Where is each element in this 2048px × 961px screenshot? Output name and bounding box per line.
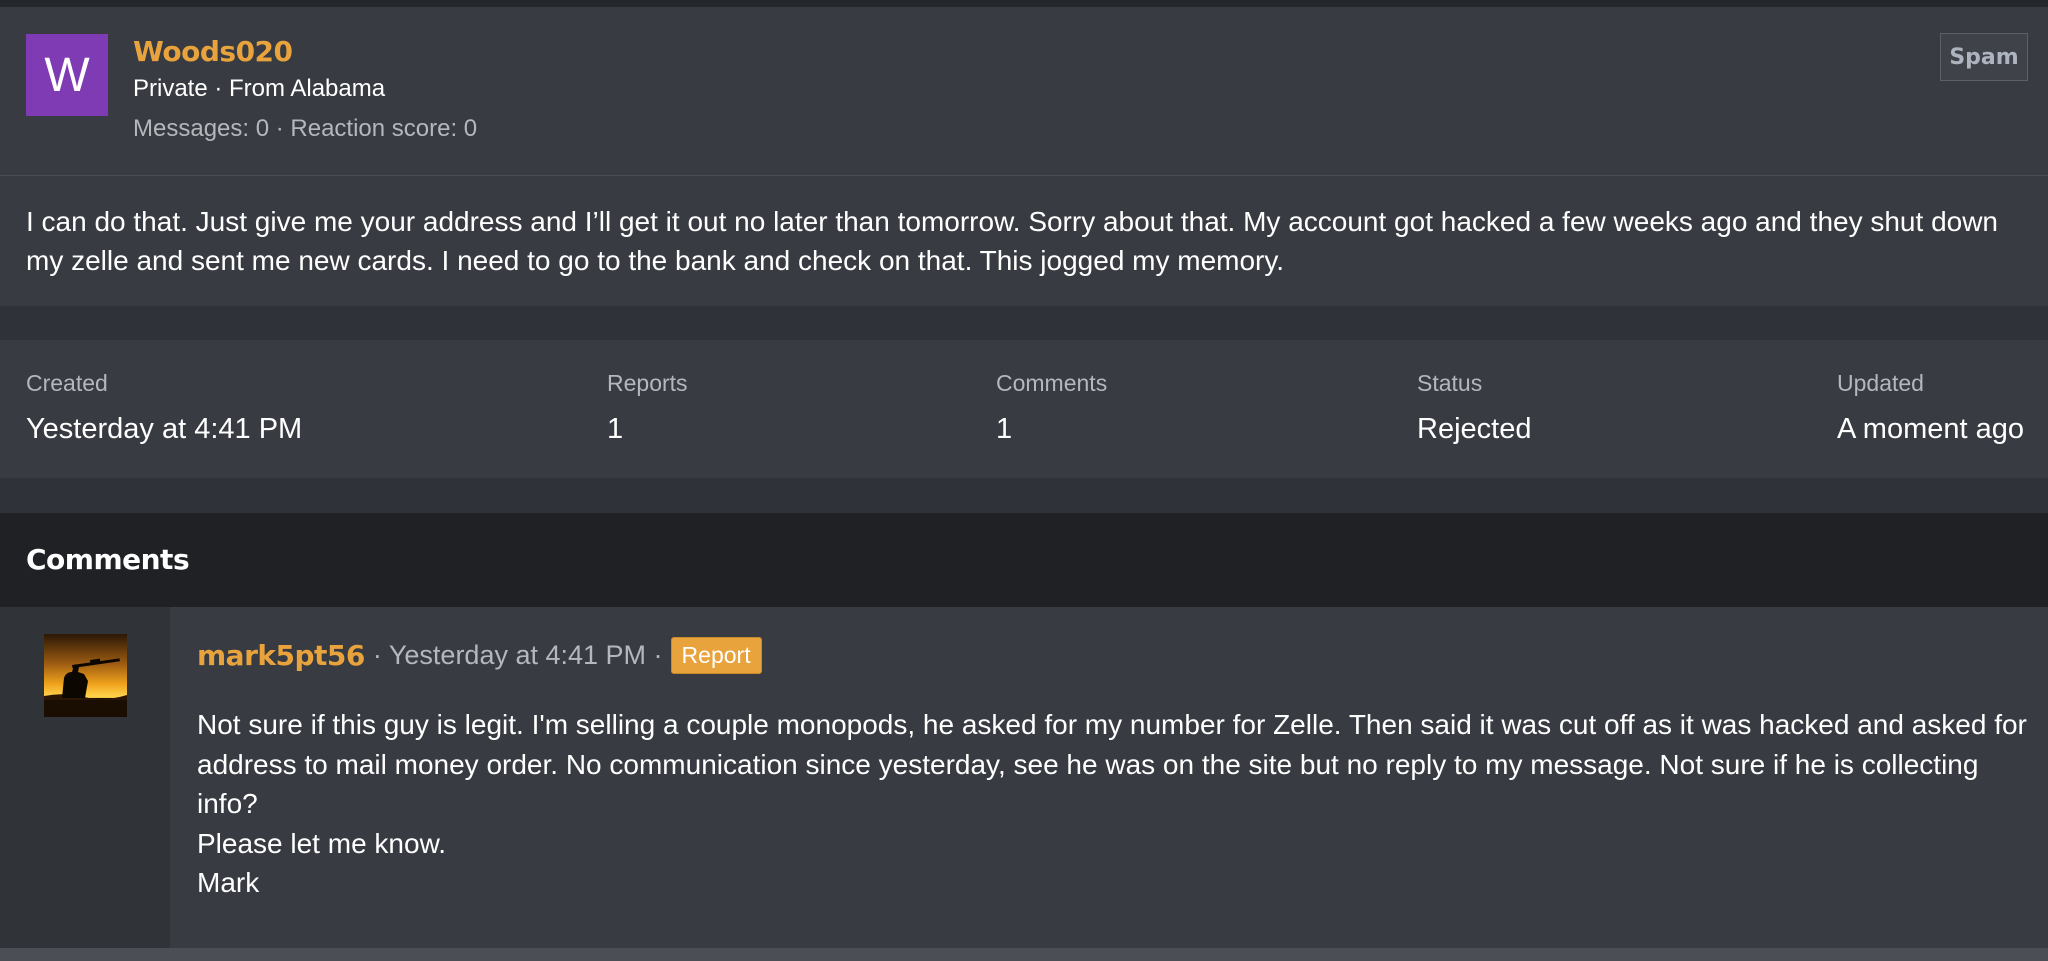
comment-paragraph: Not sure if this guy is legit. I'm selli… — [197, 709, 2027, 819]
comments-heading: Comments — [26, 543, 190, 576]
username-link[interactable]: Woods020 — [133, 35, 293, 68]
stat-created: Created Yesterday at 4:41 PM — [26, 370, 302, 446]
comments-section-header: Comments — [0, 513, 2048, 607]
comment-body: Not sure if this guy is legit. I'm selli… — [197, 705, 2027, 903]
stat-value: 1 — [996, 413, 1013, 445]
section-divider — [0, 306, 2048, 340]
comment-author-link[interactable]: mark5pt56 — [197, 639, 365, 672]
avatar-letter: W — [44, 48, 90, 102]
stat-value: Rejected — [1417, 413, 1532, 445]
stat-label: Reports — [607, 370, 688, 396]
stat-label: Created — [26, 370, 108, 396]
comment-item: mark5pt56 · Yesterday at 4:41 PM · Repor… — [0, 607, 2048, 948]
report-stats-row: Created Yesterday at 4:41 PM Reports 1 C… — [0, 340, 2048, 478]
stat-value: Yesterday at 4:41 PM — [26, 413, 303, 445]
stat-value: 1 — [607, 413, 624, 445]
stat-label: Status — [1417, 370, 1483, 396]
stat-updated: Updated A moment ago — [1837, 370, 2024, 446]
message-text: I can do that. Just give me your address… — [26, 206, 1999, 276]
stat-comments: Comments 1 — [996, 370, 1107, 446]
stat-label: Updated — [1837, 370, 1924, 396]
top-strip — [0, 0, 2048, 7]
avatar[interactable]: W — [26, 34, 108, 116]
spam-button[interactable]: Spam — [1940, 33, 2028, 81]
comment-avatar-column — [0, 607, 170, 948]
stat-value: A moment ago — [1837, 413, 2024, 445]
bottom-strip — [0, 948, 2048, 961]
stat-status: Status Rejected — [1417, 370, 1531, 446]
reported-message: I can do that. Just give me your address… — [0, 176, 2048, 306]
report-user-header: W Woods020 Private · From Alabama Messag… — [0, 7, 2048, 177]
sunset-hunter-avatar-icon — [44, 634, 127, 717]
report-button[interactable]: Report — [670, 637, 762, 674]
comment-header: mark5pt56 · Yesterday at 4:41 PM · Repor… — [197, 637, 762, 674]
user-stats: Messages: 0 · Reaction score: 0 — [133, 115, 478, 142]
comment-paragraph: Please let me know. — [197, 827, 447, 859]
stat-label: Comments — [996, 370, 1108, 396]
section-divider — [0, 478, 2048, 513]
user-subtitle: Private · From Alabama — [133, 75, 386, 102]
comment-paragraph: Mark — [197, 867, 260, 898]
avatar[interactable] — [44, 634, 127, 717]
comment-timestamp: · Yesterday at 4:41 PM · — [372, 640, 663, 670]
stat-reports: Reports 1 — [607, 370, 688, 446]
